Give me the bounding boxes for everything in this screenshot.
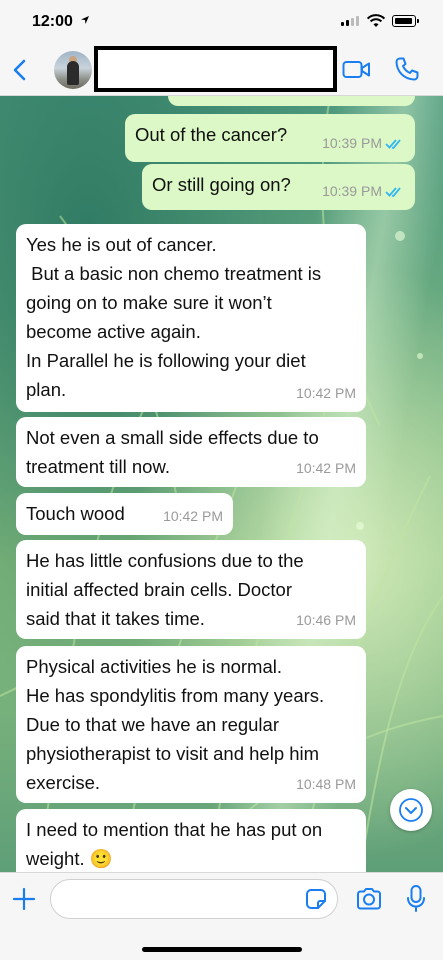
message-line: In Parallel he is following your diet: [26, 350, 306, 371]
message-line: initial affected brain cells. Doctor: [26, 579, 292, 600]
message-time: 10:42 PM: [296, 460, 356, 476]
chat-area[interactable]: 10:39 PM Out of the cancer? 10:39 PM Or …: [0, 96, 443, 872]
location-arrow-icon: [81, 16, 89, 24]
phone-call-icon[interactable]: [394, 56, 420, 82]
chat-header: [0, 44, 443, 96]
composer-bar: [0, 872, 443, 960]
status-bar: 12:00: [0, 0, 443, 44]
message-line: Yes he is out of cancer.: [26, 234, 217, 255]
plus-icon[interactable]: [12, 887, 36, 911]
message-line: physiotherapist to visit and help him: [26, 743, 320, 764]
message-bubble-outgoing[interactable]: Or still going on? 10:39 PM: [142, 164, 415, 210]
message-time: 10:46 PM: [296, 612, 356, 628]
message-bubble-outgoing[interactable]: Out of the cancer? 10:39 PM: [125, 114, 415, 162]
wifi-icon: [366, 14, 386, 27]
message-line: become active again.: [26, 321, 201, 342]
message-line: But a basic non chemo treatment is: [26, 263, 322, 284]
message-time: 10:42 PM: [163, 508, 223, 524]
contact-avatar[interactable]: [54, 51, 92, 89]
cellular-signal-icon: [341, 16, 359, 26]
message-line: Due to that we have an regular: [26, 714, 279, 735]
message-line: Not even a small side effects due to: [26, 427, 319, 448]
message-time: 10:48 PM: [296, 776, 356, 792]
read-receipt-icon: [385, 186, 401, 197]
message-line: going on to make sure it won’t: [26, 292, 272, 313]
read-receipt-icon: [385, 138, 401, 149]
message-input[interactable]: [50, 879, 338, 919]
message-bubble-incoming[interactable]: I need to mention that he has put on wei…: [16, 809, 366, 872]
scroll-to-bottom-button[interactable]: [390, 789, 432, 831]
message-time: 10:39 PM: [322, 96, 382, 104]
sticker-icon[interactable]: [305, 888, 327, 910]
status-time: 12:00: [32, 13, 73, 30]
message-time: 10:42 PM: [296, 385, 356, 401]
message-time: 10:39 PM: [322, 135, 382, 151]
microphone-icon[interactable]: [405, 884, 427, 914]
message-line: He has little confusions due to the: [26, 550, 304, 571]
message-bubble-incoming[interactable]: Physical activities he is normal. He has…: [16, 646, 366, 803]
message-text: Or still going on?: [152, 174, 291, 195]
message-bubble-incoming[interactable]: Yes he is out of cancer. But a basic non…: [16, 224, 366, 412]
back-chevron-icon[interactable]: [10, 58, 32, 82]
video-call-icon[interactable]: [342, 59, 372, 81]
contact-name-redacted[interactable]: [94, 46, 337, 92]
message-line: He has spondylitis from many years.: [26, 685, 325, 706]
home-indicator: [142, 947, 302, 952]
message-line: I need to mention that he has put on: [26, 819, 323, 840]
chevron-down-icon: [399, 798, 423, 822]
message-bubble-incoming[interactable]: He has little confusions due to the init…: [16, 540, 366, 639]
message-bubble-outgoing[interactable]: 10:39 PM: [168, 96, 415, 106]
camera-icon[interactable]: [355, 887, 383, 911]
message-text: Out of the cancer?: [135, 124, 288, 145]
message-line: weight. 🙂: [26, 848, 113, 869]
battery-icon: [392, 15, 419, 27]
message-line: Physical activities he is normal.: [26, 656, 283, 677]
message-bubble-incoming[interactable]: Not even a small side effects due to tre…: [16, 417, 366, 487]
message-bubble-incoming[interactable]: Touch wood 10:42 PM: [16, 493, 233, 535]
message-time: 10:39 PM: [322, 183, 382, 199]
